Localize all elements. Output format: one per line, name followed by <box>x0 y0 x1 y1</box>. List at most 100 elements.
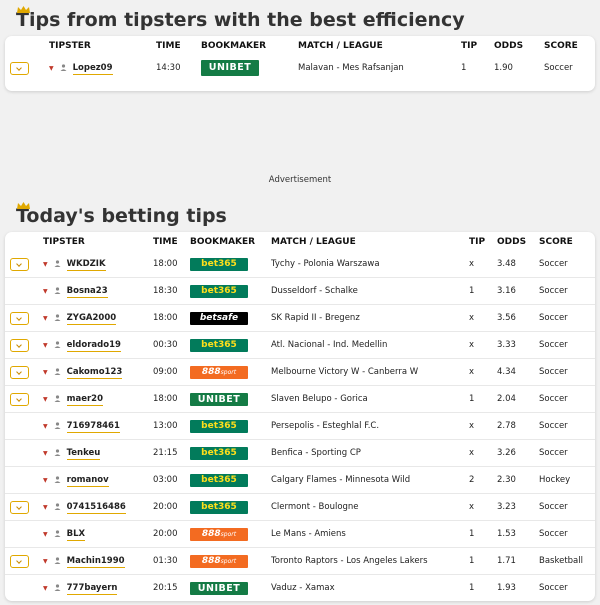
expand-cell <box>5 358 43 386</box>
table-row[interactable]: ▼ eldorado19 00:30 bet365 Atl. Nacional - In… <box>5 331 595 359</box>
bookmaker-logo[interactable]: bet365 <box>190 257 248 271</box>
table-row[interactable]: ▼ 777bayern 20:15 UNIBET Vaduz - Xamax 1 1.93 S… <box>5 574 595 601</box>
tipster-link[interactable]: 716978461 <box>66 421 120 433</box>
table-row[interactable]: ▼ ZYGA2000 18:00 betsafe SK Rapid II - Brege… <box>5 304 595 332</box>
odds-cell: 1.93 <box>497 574 539 601</box>
tipster-link[interactable]: romanov <box>66 475 109 487</box>
table-row[interactable]: ▼ Machin1990 01:30 888sport Toronto Raptors … <box>5 547 595 575</box>
trend-down-icon: ▼ <box>43 531 48 538</box>
expand-toggle-button[interactable] <box>10 257 29 271</box>
bookmaker-logo[interactable]: betsafe <box>190 311 248 325</box>
table-row[interactable]: ▼ Tenkeu 21:15 bet365 Benfica - Sporting CP x… <box>5 439 595 467</box>
header-tip: TIP <box>461 40 478 51</box>
expand-toggle-button[interactable] <box>10 392 29 406</box>
bookmaker-logo[interactable]: bet365 <box>190 446 248 460</box>
bookmaker-logo[interactable]: 888sport <box>190 365 248 379</box>
header-tip: TIP <box>469 236 486 247</box>
tipster-link[interactable]: 0741516486 <box>66 502 126 514</box>
expand-toggle-button[interactable] <box>10 61 29 75</box>
tipster-link[interactable]: Cakomo123 <box>66 367 123 379</box>
tipster-link[interactable]: ZYGA2000 <box>66 313 117 325</box>
odds-cell: 2.04 <box>497 385 539 413</box>
expand-cell <box>5 331 43 359</box>
time-cell: 18:00 <box>153 304 190 332</box>
header-ctl <box>5 36 49 55</box>
tipster-cell: ▼ Cakomo123 <box>43 358 153 386</box>
trend-down-icon: ▼ <box>43 423 48 430</box>
tipster-link[interactable]: Bosna23 <box>66 286 108 298</box>
tipster-link[interactable]: Tenkeu <box>66 448 101 460</box>
tipster-cell: ▼ maer20 <box>43 385 153 413</box>
header-odds: ODDS <box>497 236 527 247</box>
expand-toggle-button[interactable] <box>10 500 29 514</box>
tipster-link[interactable]: maer20 <box>66 394 104 406</box>
table-row[interactable]: ▼ BLX 20:00 888sport Le Mans - Amiens 1 1.53 So… <box>5 520 595 548</box>
tipster-link[interactable]: Machin1990 <box>66 556 125 568</box>
trend-down-icon: ▼ <box>49 65 54 72</box>
bookmaker-cell: bet365 <box>190 493 271 521</box>
tipster-cell: ▼ Machin1990 <box>43 547 153 575</box>
expand-toggle-button[interactable] <box>10 554 29 568</box>
tip-cell: x <box>469 358 497 386</box>
table-row[interactable]: ▼ 716978461 13:00 bet365 Persepolis - Estegh… <box>5 412 595 440</box>
match-cell: Persepolis - Esteghlal F.C. <box>271 412 469 440</box>
score-cell: Basketball <box>539 547 595 575</box>
bookmaker-logo[interactable]: bet365 <box>190 338 248 352</box>
bookmaker-logo[interactable]: UNIBET <box>190 392 248 406</box>
user-icon <box>54 395 61 402</box>
bookmaker-logo[interactable]: UNIBET <box>201 60 259 76</box>
trend-down-icon: ▼ <box>43 342 48 349</box>
trend-down-icon: ▼ <box>43 261 48 268</box>
bookmaker-logo[interactable]: bet365 <box>190 419 248 433</box>
bookmaker-logo[interactable]: bet365 <box>190 500 248 514</box>
tipster-link[interactable]: WKDZIK <box>66 259 106 271</box>
expand-cell <box>5 412 43 440</box>
odds-cell: 2.30 <box>497 466 539 494</box>
tipster-link[interactable]: 777bayern <box>66 583 118 595</box>
table-row[interactable]: ▼ Lopez09 14:30 UNIBET Malavan - Mes Rafsanj… <box>5 55 595 81</box>
bookmaker-cell: bet365 <box>190 439 271 467</box>
bookmaker-logo[interactable]: 888sport <box>190 527 248 541</box>
table-row[interactable]: ▼ maer20 18:00 UNIBET Slaven Belupo - Gorica… <box>5 385 595 413</box>
expand-cell <box>5 520 43 548</box>
tip-cell: x <box>469 439 497 467</box>
user-icon <box>54 557 61 564</box>
user-icon <box>60 64 67 71</box>
score-cell: Soccer <box>544 63 573 73</box>
table-row[interactable]: ▼ WKDZIK 18:00 bet365 Tychy - Polonia Warsza… <box>5 251 595 278</box>
tipster-link[interactable]: BLX <box>66 529 86 541</box>
tipster-cell: ▼ Tenkeu <box>43 439 153 467</box>
bookmaker-logo[interactable]: bet365 <box>190 473 248 487</box>
table-row[interactable]: ▼ Cakomo123 09:00 888sport Melbourne Victory… <box>5 358 595 386</box>
tipster-cell: ▼ ZYGA2000 <box>43 304 153 332</box>
tipster-link[interactable]: Lopez09 <box>72 63 113 75</box>
time-cell: 20:00 <box>153 493 190 521</box>
match-cell: Melbourne Victory W - Canberra W <box>271 358 469 386</box>
table-row[interactable]: ▼ 0741516486 20:00 bet365 Clermont - Boulogn… <box>5 493 595 521</box>
bookmaker-logo[interactable]: 888sport <box>190 554 248 568</box>
bookmaker-logo[interactable]: UNIBET <box>190 581 248 595</box>
bookmaker-logo-text: UNIBET <box>197 393 241 405</box>
tip-cell: x <box>469 304 497 332</box>
bookmaker-logo[interactable]: bet365 <box>190 284 248 298</box>
table-row[interactable]: ▼ Bosna23 18:30 bet365 Dusseldorf - Schalke 1… <box>5 277 595 305</box>
match-cell: Clermont - Boulogne <box>271 493 469 521</box>
tipster-link[interactable]: eldorado19 <box>66 340 121 352</box>
expand-cell <box>5 277 43 305</box>
score-cell: Soccer <box>539 385 595 413</box>
expand-toggle-button[interactable] <box>10 338 29 352</box>
table-row[interactable]: ▼ romanov 03:00 bet365 Calgary Flames - Minn… <box>5 466 595 494</box>
expand-toggle-button[interactable] <box>10 311 29 325</box>
header-ctl <box>5 232 43 251</box>
expand-cell <box>5 547 43 575</box>
todays-tips-section: Today's betting tips TIPSTER TIME BOOKMA… <box>0 202 600 601</box>
match-cell: Calgary Flames - Minnesota Wild <box>271 466 469 494</box>
bookmaker-cell: bet365 <box>190 251 271 278</box>
user-icon <box>54 314 61 321</box>
match-cell: Le Mans - Amiens <box>271 520 469 548</box>
bookmaker-logo-text: bet365 <box>201 339 237 350</box>
user-icon <box>54 260 61 267</box>
time-cell: 14:30 <box>156 63 181 73</box>
tipster-cell: ▼ 777bayern <box>43 574 153 601</box>
expand-toggle-button[interactable] <box>10 365 29 379</box>
